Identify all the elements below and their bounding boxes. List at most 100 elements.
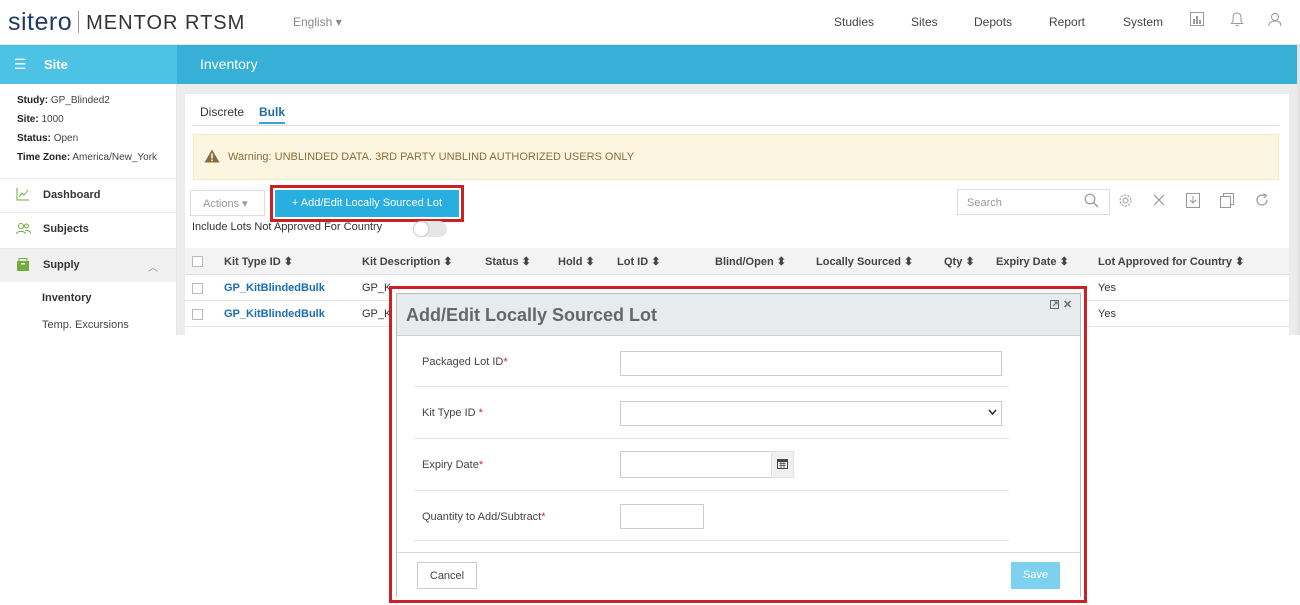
col-qty[interactable]: Qty ⬍	[944, 255, 975, 268]
add-edit-lot-dialog: Add/Edit Locally Sourced Lot ✕ Packaged …	[396, 293, 1081, 597]
language-dropdown[interactable]: English ▾	[293, 15, 342, 29]
expiry-date-input[interactable]	[620, 451, 772, 478]
col-locally-sourced[interactable]: Locally Sourced ⬍	[816, 255, 913, 268]
logo-divider	[78, 11, 80, 33]
chevron-up-icon: ︿	[148, 263, 158, 274]
toggle-knob	[414, 222, 428, 236]
bell-icon[interactable]	[1230, 12, 1246, 30]
packaged-lot-label: Packaged Lot ID*	[422, 356, 508, 368]
quantity-row: Quantity to Add/Subtract*	[414, 491, 1009, 541]
expiry-date-label: Expiry Date*	[422, 459, 484, 471]
gear-icon[interactable]	[1118, 193, 1133, 211]
col-blind-open[interactable]: Blind/Open ⬍	[715, 255, 786, 268]
page-title: Inventory	[200, 56, 258, 72]
nav-depots[interactable]: Depots	[974, 15, 1012, 29]
col-hold[interactable]: Hold ⬍	[558, 255, 595, 268]
info-status: Status: Open	[17, 133, 79, 144]
copy-icon[interactable]	[1220, 193, 1234, 211]
col-lot-approved[interactable]: Lot Approved for Country ⬍	[1098, 255, 1244, 268]
highlight-frame: + Add/Edit Locally Sourced Lot	[270, 185, 464, 222]
toggle-label: Include Lots Not Approved For Country	[192, 221, 383, 233]
kit-description-cell: GP_K	[362, 282, 392, 294]
tab-divider	[193, 125, 1279, 126]
kit-type-label: Kit Type ID *	[422, 407, 483, 419]
close-icon[interactable]	[1153, 193, 1165, 209]
sidebar-item-label: Supply	[43, 259, 80, 271]
logo-text: sitero	[8, 8, 73, 36]
kit-type-link[interactable]: GP_KitBlindedBulk	[224, 308, 325, 320]
sidebar-item-subjects[interactable]: Subjects	[0, 212, 176, 246]
chevron-down-icon	[988, 407, 997, 417]
calendar-icon[interactable]	[771, 451, 794, 478]
tab-bulk[interactable]: Bulk	[259, 105, 286, 124]
warning-text: Warning: UNBLINDED DATA. 3RD PARTY UNBLI…	[228, 151, 635, 163]
col-lot-id[interactable]: Lot ID ⬍	[617, 255, 660, 268]
search-icon[interactable]	[1084, 193, 1099, 211]
col-kit-description[interactable]: Kit Description ⬍	[362, 255, 453, 268]
dialog-header: Add/Edit Locally Sourced Lot ✕	[397, 294, 1080, 336]
packaged-lot-input[interactable]	[620, 351, 1002, 376]
sidebar-title: Site	[44, 57, 68, 72]
quantity-input[interactable]	[620, 504, 704, 529]
warning-banner: Warning: UNBLINDED DATA. 3RD PARTY UNBLI…	[193, 134, 1279, 180]
expand-icon[interactable]	[1050, 300, 1059, 312]
info-timezone: Time Zone: America/New_York	[17, 152, 158, 163]
sidebar-subitem-temp-excursions[interactable]: Temp. Excursions	[42, 319, 129, 331]
sidebar-item-label: Subjects	[43, 223, 89, 235]
info-study: Study: GP_Blinded2	[17, 95, 110, 106]
logo[interactable]: sitero MENTOR RTSM	[8, 8, 245, 37]
kit-type-link[interactable]: GP_KitBlindedBulk	[224, 282, 325, 294]
col-expiry-date[interactable]: Expiry Date ⬍	[996, 255, 1069, 268]
search-input[interactable]: Search	[967, 197, 1002, 209]
lot-approved-cell: Yes	[1098, 282, 1116, 294]
tab-discrete[interactable]: Discrete	[200, 105, 244, 119]
kit-description-cell: GP_K	[362, 308, 392, 320]
col-status[interactable]: Status ⬍	[485, 255, 531, 268]
nav-studies[interactable]: Studies	[834, 15, 874, 29]
sidebar-item-label: Dashboard	[43, 189, 101, 201]
info-site: Site: 1000	[17, 114, 64, 125]
sidebar-subitem-inventory[interactable]: Inventory	[42, 292, 92, 304]
row-checkbox[interactable]	[192, 309, 203, 320]
language-label: English	[293, 15, 333, 29]
table-header: Kit Type ID ⬍ Kit Description ⬍ Status ⬍…	[185, 248, 1289, 275]
refresh-icon[interactable]	[1255, 193, 1269, 210]
top-bar: sitero MENTOR RTSM English ▾ Studies Site…	[0, 0, 1300, 45]
kit-type-select[interactable]	[620, 401, 1002, 426]
lot-approved-cell: Yes	[1098, 308, 1116, 320]
page-header: Inventory	[177, 45, 1297, 84]
nav-report[interactable]: Report	[1049, 15, 1085, 29]
col-kit-type-id[interactable]: Kit Type ID ⬍	[224, 255, 293, 268]
cancel-button[interactable]: Cancel	[417, 562, 477, 589]
row-checkbox[interactable]	[192, 283, 203, 294]
caret-down-icon: ▾	[239, 198, 248, 210]
select-all-checkbox[interactable]	[192, 256, 203, 267]
user-icon[interactable]	[1268, 12, 1284, 30]
kit-type-row: Kit Type ID *	[414, 387, 1009, 439]
save-button[interactable]: Save	[1011, 562, 1060, 589]
caret-down-icon: ▾	[332, 15, 342, 29]
quantity-label: Quantity to Add/Subtract*	[422, 511, 546, 523]
nav-sites[interactable]: Sites	[911, 15, 938, 29]
dialog-footer: Cancel Save	[397, 552, 1080, 597]
warning-icon	[204, 149, 220, 167]
search-box[interactable]: Search	[957, 189, 1110, 215]
sidebar: Study: GP_Blinded2 Site: 1000 Status: Op…	[0, 84, 177, 335]
expiry-date-row: Expiry Date*	[414, 439, 1009, 491]
actions-label: Actions	[203, 198, 240, 210]
box-icon	[16, 258, 30, 275]
users-icon	[16, 222, 31, 238]
report-chart-icon[interactable]	[1190, 12, 1206, 30]
dialog-title: Add/Edit Locally Sourced Lot	[406, 305, 658, 325]
sidebar-item-dashboard[interactable]: Dashboard	[0, 178, 176, 212]
actions-dropdown[interactable]: Actions ▾	[190, 190, 265, 216]
include-lots-toggle[interactable]	[413, 221, 447, 237]
nav-system[interactable]: System	[1123, 15, 1163, 29]
sidebar-header: ☰ Site	[0, 45, 177, 84]
sidebar-item-supply[interactable]: Supply ︿	[0, 248, 176, 282]
menu-icon[interactable]: ☰	[14, 56, 27, 73]
highlight-frame: Add/Edit Locally Sourced Lot ✕ Packaged …	[389, 286, 1087, 603]
close-icon[interactable]: ✕	[1063, 298, 1072, 311]
download-icon[interactable]	[1186, 193, 1200, 211]
add-edit-lot-button[interactable]: + Add/Edit Locally Sourced Lot	[275, 190, 459, 217]
